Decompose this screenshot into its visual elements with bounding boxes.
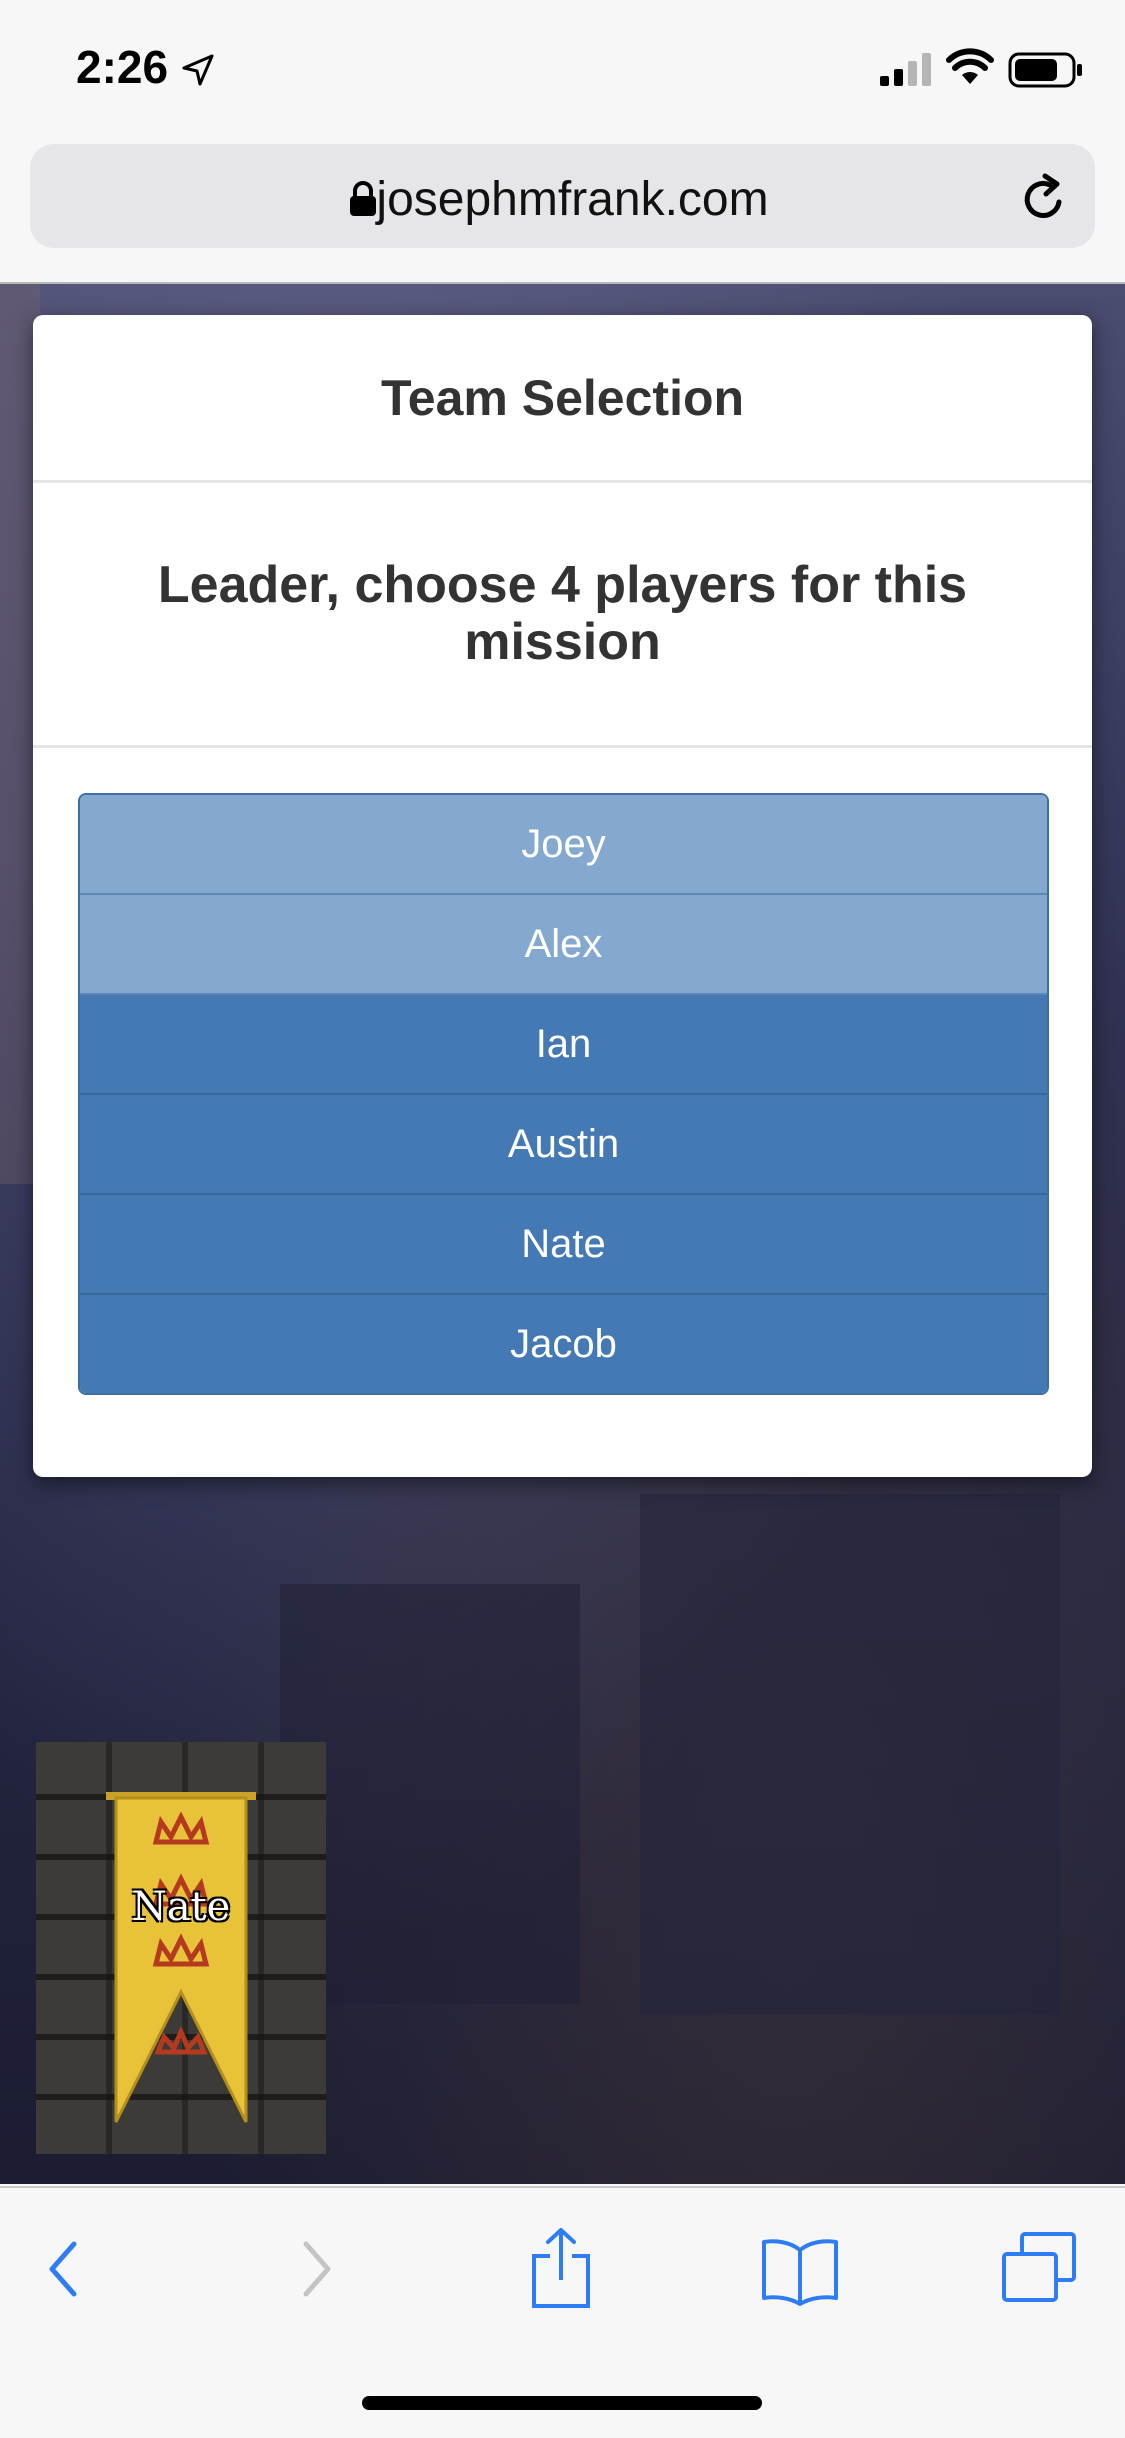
- url-text: josephmfrank.com: [376, 173, 769, 226]
- bookmarks-icon[interactable]: [760, 2236, 840, 2306]
- player-name: Jacob: [510, 1321, 617, 1366]
- player-option[interactable]: Ian: [80, 995, 1047, 1095]
- tabs-icon[interactable]: [1000, 2230, 1080, 2306]
- crown-banner-icon: [106, 1792, 256, 2123]
- player-option[interactable]: Nate: [80, 1195, 1047, 1295]
- selection-prompt: Leader, choose 4 players for this missio…: [157, 556, 968, 671]
- address-bar[interactable]: josephmfrank.com: [30, 144, 1095, 248]
- player-option[interactable]: Austin: [80, 1095, 1047, 1195]
- player-name: Ian: [535, 1021, 592, 1066]
- player-name: Nate: [521, 1221, 606, 1266]
- browser-address-area: josephmfrank.com: [0, 136, 1125, 284]
- player-name: Austin: [507, 1121, 620, 1166]
- modal-header: Team Selection: [33, 315, 1092, 483]
- forward-chevron-icon[interactable]: [296, 2234, 336, 2304]
- battery-icon: [1008, 52, 1082, 88]
- cellular-signal-icon: [880, 53, 931, 86]
- status-time: 2:26: [76, 41, 169, 93]
- share-icon[interactable]: [528, 2226, 594, 2310]
- player-option[interactable]: Jacob: [80, 1295, 1047, 1393]
- player-option[interactable]: Joey: [80, 795, 1047, 895]
- back-chevron-icon[interactable]: [44, 2234, 84, 2304]
- home-indicator: [362, 2396, 762, 2410]
- team-selection-modal: Team Selection Leader, choose 4 players …: [33, 315, 1092, 1477]
- modal-prompt-area: Leader, choose 4 players for this missio…: [33, 483, 1092, 748]
- player-card[interactable]: Nate: [36, 1742, 326, 2154]
- status-bar: 2:26: [0, 0, 1125, 136]
- player-card-name: Nate: [131, 1884, 231, 1930]
- player-option[interactable]: Alex: [80, 895, 1047, 995]
- reload-icon[interactable]: [1019, 172, 1069, 224]
- modal-title: Team Selection: [380, 369, 745, 426]
- player-name: Joey: [521, 821, 606, 866]
- player-list: Joey Alex Ian Austin Nate Jacob: [78, 793, 1049, 1395]
- player-name: Alex: [524, 921, 603, 966]
- wifi-icon: [946, 48, 994, 84]
- location-arrow-icon: [182, 54, 214, 86]
